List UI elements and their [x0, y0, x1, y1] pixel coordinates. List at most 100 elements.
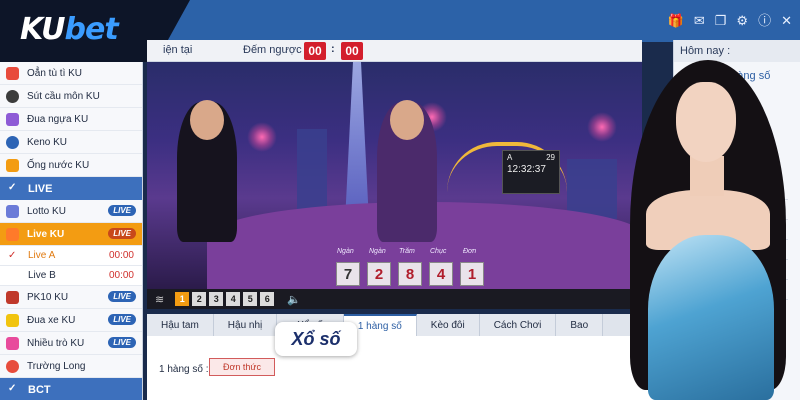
- camera-button-2[interactable]: 2: [192, 292, 207, 306]
- sidebar-subitem-live-a[interactable]: ✓ Live A 00:00: [0, 246, 142, 266]
- camera-button-1[interactable]: 1: [175, 292, 190, 306]
- subitem-label: Live B: [28, 270, 56, 281]
- countdown-seconds: 00: [341, 42, 363, 60]
- live-badge: LIVE: [108, 228, 136, 239]
- game-sidebar: Oẳn tù tì KU Sút cầu môn KU Đua ngựa KU …: [0, 62, 143, 400]
- camera-button-5[interactable]: 5: [243, 292, 258, 306]
- round-letter: A: [507, 153, 513, 162]
- countdown-bar: iện tại Đếm ngược : 00 : 00: [147, 40, 642, 62]
- result-digit: 2: [367, 262, 391, 286]
- camera-button-3[interactable]: 3: [209, 292, 224, 306]
- live-badge: LIVE: [108, 337, 136, 348]
- check-icon: ✓: [8, 250, 17, 261]
- tab-hau-tam[interactable]: Hậu tam: [147, 314, 214, 336]
- sidebar-section-bct[interactable]: ✓ BCT: [0, 378, 142, 400]
- subitem-time: 00:00: [108, 270, 134, 281]
- sidebar-item-label: Đua xe KU: [27, 314, 76, 326]
- sidebar-item-label: PK10 KU: [27, 291, 69, 303]
- sidebar-subitem-live-b[interactable]: Live B 00:00: [0, 266, 142, 286]
- sidebar-item-dua-xe[interactable]: Đua xe KU LIVE: [0, 309, 142, 332]
- sidebar-item-sut-cau-mon[interactable]: Sút cầu môn KU: [0, 85, 142, 108]
- sidebar-item-pk10[interactable]: PK10 KU LIVE: [0, 286, 142, 309]
- horse-icon: [6, 113, 19, 126]
- subitem-label: Live A: [28, 250, 56, 261]
- bet-type-tabs: Hậu tam Hậu nhị Xổ số 1 hàng số Kèo đôi …: [147, 314, 673, 336]
- close-icon[interactable]: ✕: [781, 14, 792, 28]
- countdown-separator: :: [331, 43, 335, 55]
- sidebar-item-keno[interactable]: Keno KU: [0, 131, 142, 154]
- xo-so-callout: Xổ số: [275, 322, 357, 356]
- keno-ball-icon: [6, 136, 19, 149]
- digit-label: Ngàn: [369, 248, 386, 255]
- lotto-icon: [6, 205, 19, 218]
- sidebar-item-lotto[interactable]: Lotto KU LIVE: [0, 200, 142, 223]
- result-digit: 4: [429, 262, 453, 286]
- copy-icon[interactable]: ❐: [715, 14, 727, 28]
- chevron-down-icon: ✓: [8, 182, 17, 193]
- sidebar-section-live[interactable]: ✓ LIVE: [0, 177, 142, 200]
- camera-button-4[interactable]: 4: [226, 292, 241, 306]
- firework: [587, 112, 617, 142]
- city-tower: [345, 62, 369, 222]
- video-control-bar: ≋ 1 2 3 4 5 6 🔈: [147, 289, 642, 309]
- dragon-icon: [6, 360, 19, 373]
- tab-hau-nhi[interactable]: Hậu nhị: [213, 314, 278, 336]
- sidebar-item-label: Ống nước KU: [27, 159, 90, 171]
- sidebar-item-oan-tu-ti[interactable]: Oẳn tù tì KU: [0, 62, 142, 85]
- live-dealer-icon: [6, 228, 19, 241]
- sidebar-item-nhieu-tro[interactable]: Nhiều trò KU LIVE: [0, 332, 142, 355]
- subitem-time: 00:00: [108, 250, 134, 261]
- bet-area: 1 hàng số : Đơn thức: [147, 336, 673, 400]
- dealer-center-head: [390, 100, 424, 140]
- tab-cach-choi[interactable]: Cách Chơi: [479, 314, 557, 336]
- result-digit: 1: [460, 262, 484, 286]
- tab-keo-doi[interactable]: Kèo đôi: [416, 314, 480, 336]
- result-digit: 8: [398, 262, 422, 286]
- sidebar-item-dua-ngua[interactable]: Đua ngựa KU: [0, 108, 142, 131]
- chevron-down-icon: ✓: [8, 383, 17, 394]
- gear-icon[interactable]: ⚙: [736, 14, 748, 28]
- section-label: LIVE: [28, 182, 53, 195]
- rock-paper-scissors-icon: [6, 67, 19, 80]
- logo-ku-text: KU: [20, 12, 66, 47]
- camera-button-6[interactable]: 6: [260, 292, 275, 306]
- header-icon-group: 🎁 ✉ ❐ ⚙ ⓘ ✕: [668, 14, 792, 28]
- gift-icon[interactable]: 🎁: [668, 14, 684, 28]
- digit-label: Trăm: [399, 248, 415, 255]
- wifi-icon: ≋: [155, 293, 165, 306]
- sidebar-item-label: Đua ngựa KU: [27, 113, 89, 125]
- race-car-icon: [6, 314, 19, 327]
- sidebar-item-label: Sút cầu môn KU: [27, 90, 100, 102]
- multi-game-icon: [6, 337, 19, 350]
- sidebar-item-label: Keno KU: [27, 136, 68, 148]
- live-video-stream[interactable]: Ngàn Ngàn Trăm Chục Đơn 7 2 8 4 1 A 29 12…: [147, 62, 642, 289]
- sidebar-item-live-ku[interactable]: Live KU LIVE: [0, 223, 142, 246]
- sidebar-item-truong-long[interactable]: Trường Long: [0, 355, 142, 378]
- mail-icon[interactable]: ✉: [694, 14, 705, 28]
- result-digit: 7: [336, 262, 360, 286]
- sidebar-item-label: Oẳn tù tì KU: [27, 67, 83, 79]
- tab-bao[interactable]: Bao: [556, 314, 604, 336]
- sidebar-item-ong-nuoc[interactable]: Ống nước KU: [0, 154, 142, 177]
- countdown-label: Đếm ngược :: [243, 44, 308, 56]
- don-thuc-button[interactable]: Đơn thức: [209, 358, 275, 376]
- live-badge: LIVE: [108, 291, 136, 302]
- volume-icon[interactable]: 🔈: [287, 293, 301, 306]
- brand-logo[interactable]: KUbet: [20, 12, 119, 47]
- digit-label: Chục: [430, 248, 447, 255]
- digit-label: Ngàn: [337, 248, 354, 255]
- sidebar-item-label: Lotto KU: [27, 205, 66, 217]
- sidebar-item-label: Live KU: [27, 228, 65, 240]
- period-label: iện tại: [163, 44, 193, 56]
- live-badge: LIVE: [108, 205, 136, 216]
- round-clock: 12:32:37: [507, 164, 546, 175]
- promo-model-figure: [618, 60, 800, 400]
- round-count: 29: [546, 153, 555, 162]
- firework: [247, 122, 277, 152]
- today-header: Hôm nay :: [674, 40, 800, 62]
- sidebar-item-label: Trường Long: [27, 360, 86, 372]
- model-dress: [648, 235, 774, 400]
- pipe-icon: [6, 159, 19, 172]
- live-badge: LIVE: [108, 314, 136, 325]
- info-icon[interactable]: ⓘ: [758, 14, 771, 28]
